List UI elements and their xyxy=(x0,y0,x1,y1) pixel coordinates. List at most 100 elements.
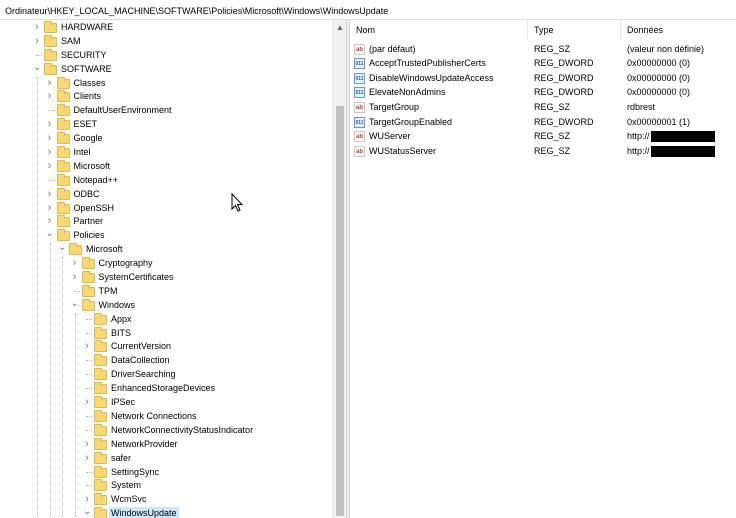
registry-tree[interactable]: › HARDWARE › SAM SECURITY ⌄ SOFTWARE › Classes › C… xyxy=(0,20,348,518)
chevron-right-icon[interactable]: › xyxy=(33,21,41,34)
value-name: WUStatusServer xyxy=(369,145,437,156)
tree-node[interactable]: ⌄ SOFTWARE xyxy=(0,62,332,77)
folder-icon xyxy=(94,479,107,492)
registry-value-row[interactable]: 011 ElevateNonAdmins REG_DWORD 0x00000000 (… xyxy=(350,85,736,100)
tree-node[interactable]: System xyxy=(0,479,332,493)
column-header-type[interactable]: Type xyxy=(528,20,621,40)
tree-node-label: Appx xyxy=(111,313,132,324)
tree-node[interactable]: › IPSec xyxy=(0,396,332,410)
tree-node[interactable]: › HARDWARE xyxy=(0,21,332,35)
chevron-right-icon[interactable]: › xyxy=(33,35,41,48)
chevron-right-icon[interactable]: › xyxy=(83,452,91,465)
chevron-right-icon[interactable]: › xyxy=(83,340,91,353)
chevron-right-icon[interactable]: › xyxy=(46,188,54,201)
tree-node[interactable]: BITS xyxy=(0,326,332,341)
tree-node[interactable]: Network Connections xyxy=(0,409,332,424)
tree-node[interactable]: › safer xyxy=(0,451,332,466)
tree-node[interactable]: › WcmSvc xyxy=(0,493,332,507)
tree-node[interactable]: ⌄ WindowsUpdate xyxy=(0,507,332,518)
chevron-right-icon[interactable]: › xyxy=(46,132,54,145)
folder-icon xyxy=(56,229,70,242)
tree-node[interactable]: SettingSync xyxy=(0,465,332,480)
column-header-data[interactable]: Données xyxy=(621,20,736,40)
folder-icon xyxy=(56,118,70,131)
chevron-right-icon[interactable]: › xyxy=(46,118,54,131)
scroll-up-arrow-icon[interactable]: ▲ xyxy=(333,23,347,33)
reg-dword-icon: 011 xyxy=(354,72,365,84)
tree-node[interactable]: › ODBC xyxy=(0,187,332,202)
value-data-text: http:// xyxy=(627,131,650,142)
chevron-right-icon[interactable]: › xyxy=(46,90,54,103)
tree-node-label: Notepad++ xyxy=(73,174,119,185)
tree-node-label: System xyxy=(111,480,142,491)
registry-value-row[interactable]: 011 AcceptTrustedPublisherCerts REG_DWORD 0… xyxy=(350,56,736,71)
chevron-right-icon[interactable]: › xyxy=(46,202,54,215)
chevron-down-icon[interactable]: ⌄ xyxy=(58,243,66,256)
value-data-text: 0x00000000 (0) xyxy=(627,87,691,98)
tree-node[interactable]: DriverSearching xyxy=(0,368,332,382)
tree-node[interactable]: › Clients xyxy=(0,90,332,104)
tree-node[interactable]: › SystemCertificates xyxy=(0,271,332,285)
chevron-right-icon[interactable]: › xyxy=(83,438,91,451)
tree-node-label: Windows xyxy=(98,299,136,310)
chevron-right-icon[interactable]: › xyxy=(71,257,79,270)
tree-node[interactable]: DataCollection xyxy=(0,354,332,368)
chevron-down-icon[interactable]: ⌄ xyxy=(33,62,41,76)
scrollbar-thumb[interactable] xyxy=(336,106,344,516)
reg-dword-icon: 011 xyxy=(354,87,365,99)
tree-node[interactable]: ⌄ Windows xyxy=(0,298,332,313)
folder-icon xyxy=(94,354,107,367)
chevron-right-icon[interactable]: › xyxy=(83,493,91,506)
tree-node[interactable]: › Classes xyxy=(0,76,332,91)
registry-value-row[interactable]: ab WUStatusServer REG_SZ http:// xyxy=(350,144,736,159)
chevron-down-icon[interactable]: ⌄ xyxy=(71,298,79,312)
address-bar[interactable]: Ordinateur\HKEY_LOCAL_MACHINE\SOFTWARE\P… xyxy=(0,0,736,20)
tree-node[interactable]: › OpenSSH xyxy=(0,201,332,216)
column-header-name[interactable]: Nom xyxy=(350,20,528,40)
tree-node[interactable]: › ESET xyxy=(0,118,332,132)
tree-node[interactable]: › CurrentVersion xyxy=(0,340,332,354)
registry-value-row[interactable]: 011 DisableWindowsUpdateAccess REG_DWORD 0x… xyxy=(350,71,736,86)
chevron-right-icon[interactable]: › xyxy=(46,160,54,173)
values-list[interactable]: Nom Type Données ab (par défaut) REG_SZ (va… xyxy=(350,20,736,518)
tree-node[interactable]: › Cryptography xyxy=(0,257,332,271)
tree-node[interactable]: NetworkConnectivityStatusIndicator xyxy=(0,423,332,438)
tree-node[interactable]: ⌄ Microsoft xyxy=(0,243,332,257)
tree-node[interactable]: › Microsoft xyxy=(0,159,332,174)
tree-connector xyxy=(86,410,92,417)
tree-node[interactable]: EnhancedStorageDevices xyxy=(0,382,332,396)
chevron-right-icon[interactable]: › xyxy=(83,396,91,409)
registry-value-row[interactable]: ab TargetGroup REG_SZ rdbrest xyxy=(350,100,736,115)
chevron-down-icon[interactable]: ⌄ xyxy=(83,507,91,518)
chevron-right-icon[interactable]: › xyxy=(71,271,79,284)
chevron-right-icon[interactable]: › xyxy=(46,77,54,90)
tree-node[interactable]: › Partner xyxy=(0,215,332,229)
chevron-right-icon[interactable]: › xyxy=(46,215,54,228)
tree-node[interactable]: Notepad++ xyxy=(0,173,332,188)
tree-node[interactable]: › Intel xyxy=(0,146,332,160)
chevron-right-icon[interactable]: › xyxy=(46,146,54,159)
tree-node[interactable]: › NetworkProvider xyxy=(0,437,332,452)
tree-node[interactable]: Appx xyxy=(0,312,332,327)
value-name: (par défaut) xyxy=(369,43,416,54)
tree-node-label: DriverSearching xyxy=(111,369,176,380)
tree-node[interactable]: ⌄ Policies xyxy=(0,229,332,243)
value-name: WUServer xyxy=(369,131,411,142)
reg-sz-icon: ab xyxy=(354,43,365,55)
value-data: 0x00000001 (1) xyxy=(627,115,690,130)
tree-node[interactable]: › Google xyxy=(0,132,332,146)
value-type: REG_DWORD xyxy=(534,72,594,83)
tree-node[interactable]: TPM xyxy=(0,284,332,299)
folder-icon xyxy=(44,62,57,75)
tree-scrollbar[interactable]: ▲ xyxy=(332,20,346,518)
tree-node[interactable]: DefaultUserEnvironment xyxy=(0,104,332,118)
value-data: http:// xyxy=(627,144,715,159)
chevron-down-icon[interactable]: ⌄ xyxy=(46,229,54,242)
value-type: REG_SZ xyxy=(534,43,571,54)
registry-value-row[interactable]: ab WUServer REG_SZ http:// xyxy=(350,129,736,144)
registry-value-row[interactable]: ab (par défaut) REG_SZ (valeur non définie) xyxy=(350,42,736,57)
tree-node[interactable]: › SAM xyxy=(0,34,332,49)
reg-sz-icon: ab xyxy=(354,145,365,157)
registry-value-row[interactable]: 011 TargetGroupEnabled REG_DWORD 0x00000001… xyxy=(350,115,736,130)
tree-node[interactable]: SECURITY xyxy=(0,48,332,63)
